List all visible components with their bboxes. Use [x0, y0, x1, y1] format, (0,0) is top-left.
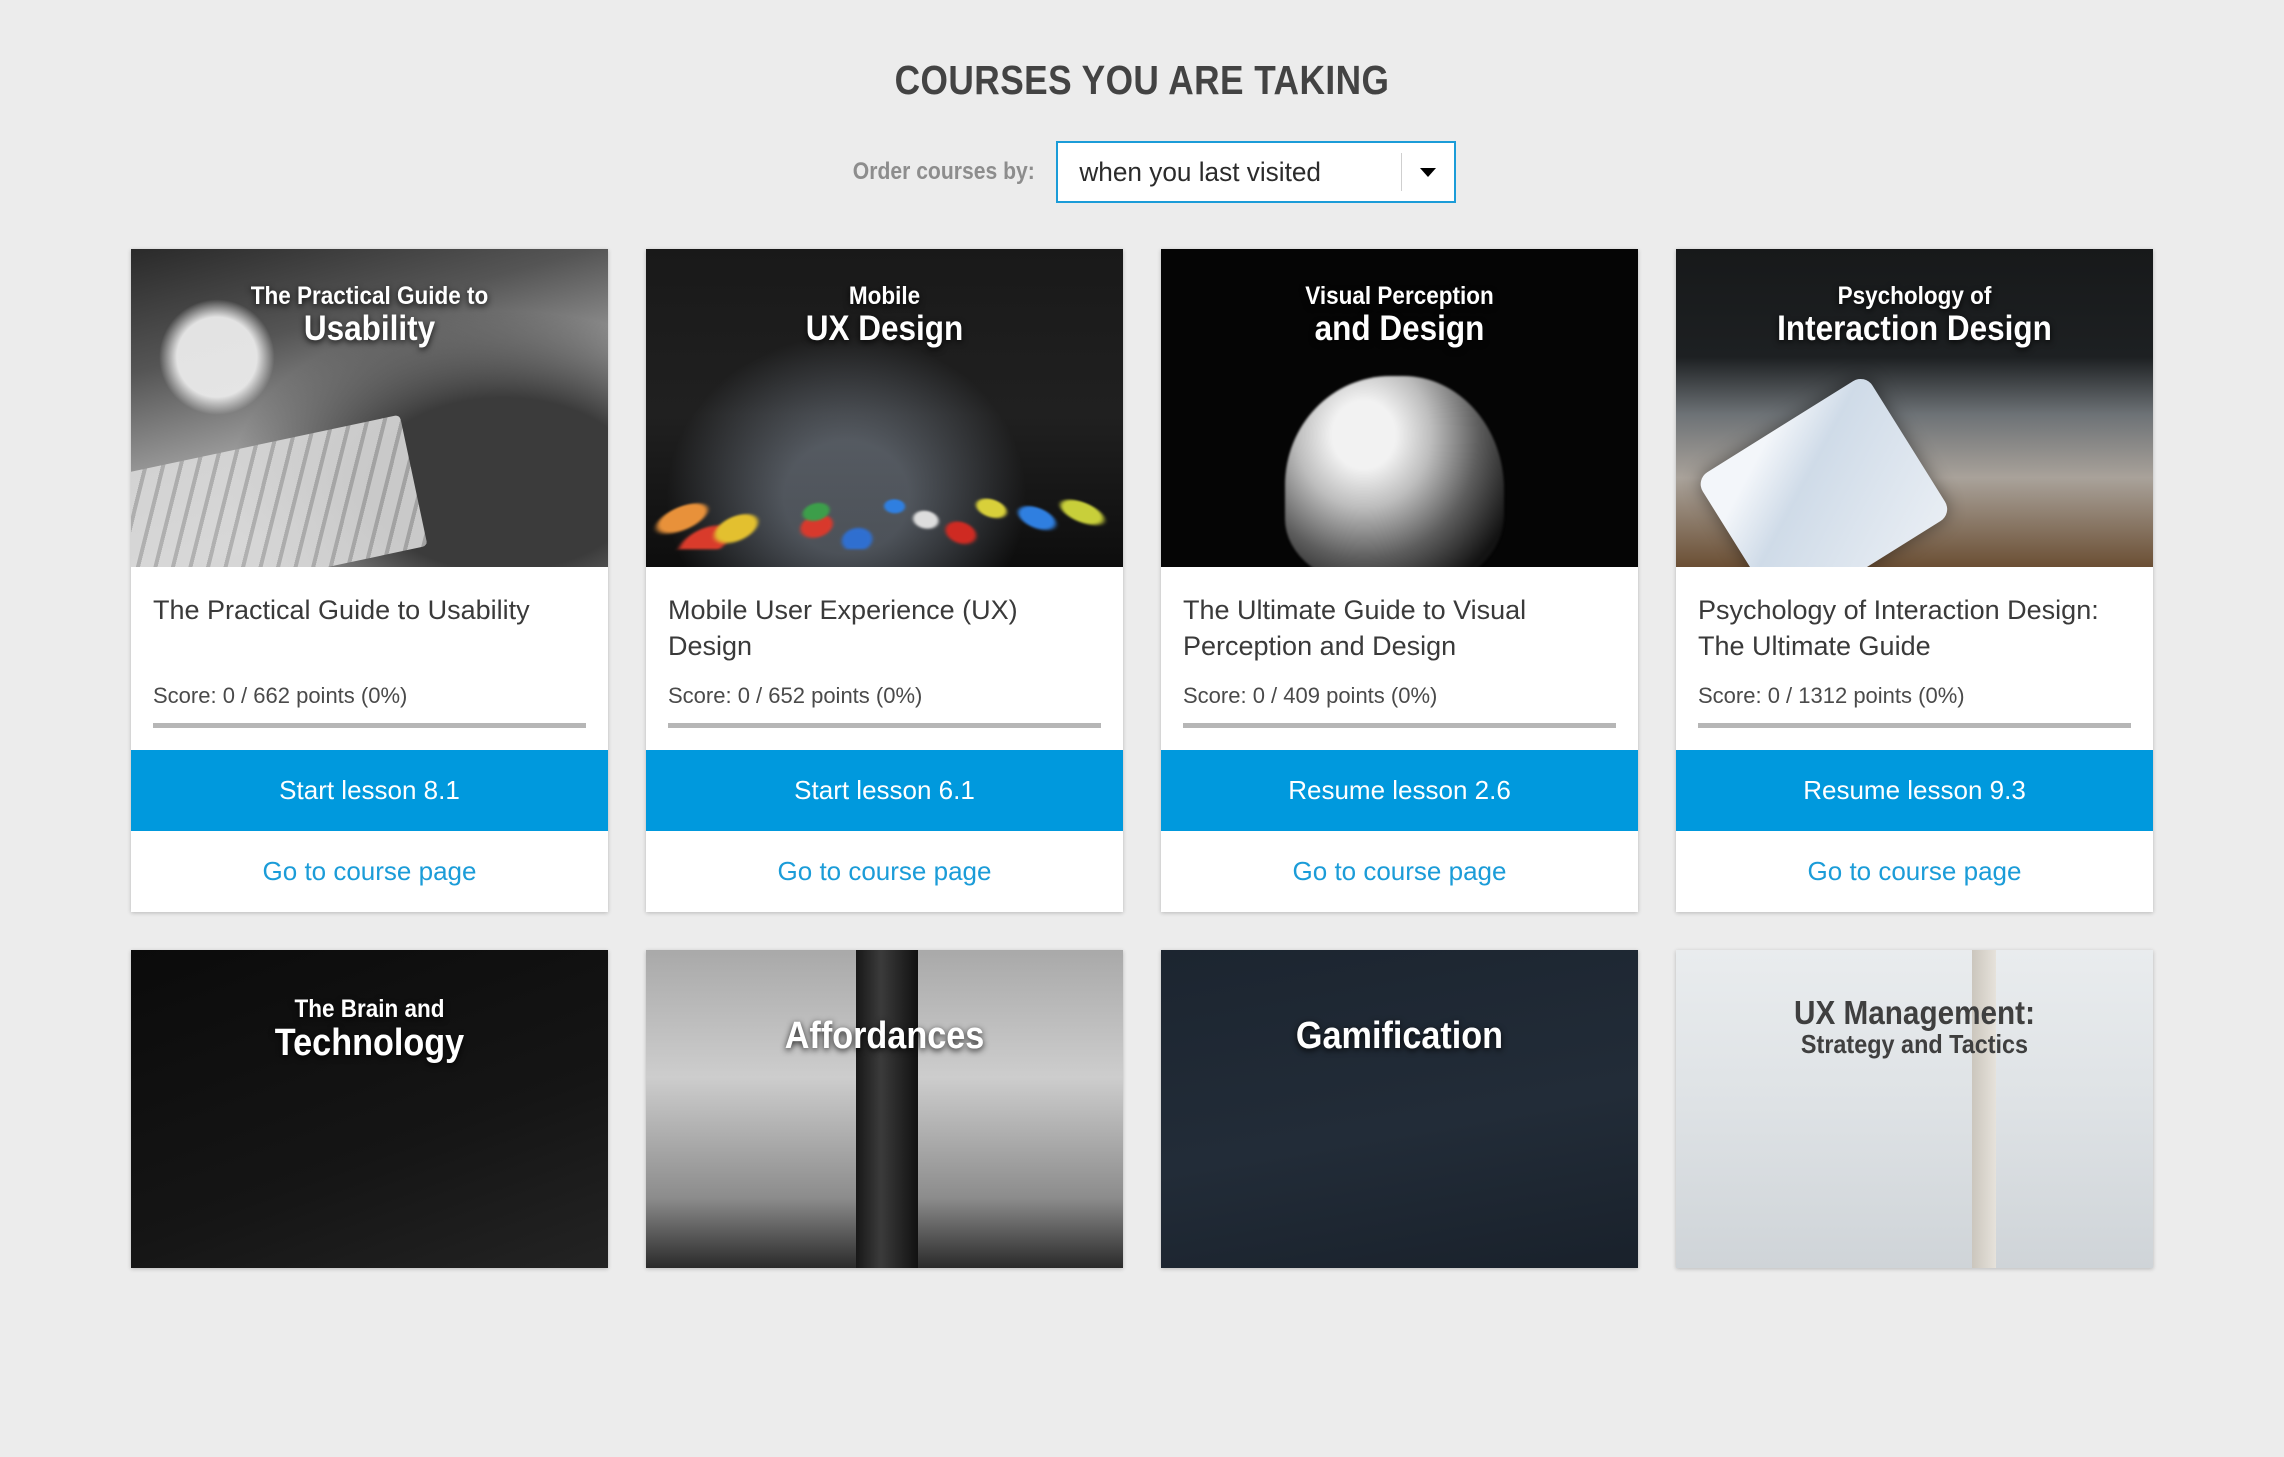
course-thumbnail-text: UX Management: Strategy and Tactics — [1676, 994, 2153, 1060]
thumbnail-line-1: Mobile — [848, 282, 921, 311]
thumbnail-line-2: and Design — [1314, 308, 1485, 348]
course-progress-bar — [668, 723, 1101, 729]
go-to-course-page-link[interactable]: Go to course page — [1161, 831, 1638, 913]
course-thumbnail-text: The Practical Guide to Usability — [131, 283, 608, 347]
order-courses-selected-value: when you last visited — [1079, 156, 1322, 187]
course-card-body: Mobile User Experience (UX) Design Score:… — [646, 567, 1123, 750]
course-thumbnail-text: Mobile UX Design — [646, 283, 1123, 347]
course-progress-bar — [1183, 723, 1616, 729]
order-courses-bar: Order courses by: when you last visited — [0, 141, 2284, 204]
course-grid-row2: The Brain and Technology Affordances Gamifi… — [0, 950, 2284, 1269]
thumbnail-line-1: Visual Perception — [1305, 282, 1494, 311]
course-progress-bar — [153, 723, 586, 729]
course-score-block: Score: 0 / 652 points (0%) — [668, 683, 1101, 750]
course-score-block: Score: 0 / 1312 points (0%) — [1698, 683, 2131, 750]
course-thumbnail-text: Psychology of Interaction Design — [1676, 283, 2153, 347]
course-card: Mobile UX Design Mobile User Experience (U… — [646, 249, 1123, 913]
course-score-text: Score: 0 / 409 points (0%) — [1183, 683, 1438, 709]
course-thumbnail[interactable]: The Brain and Technology — [131, 950, 608, 1269]
thumbnail-line-2: Strategy and Tactics — [1800, 1029, 2029, 1060]
course-thumbnail-art — [1161, 950, 1638, 1269]
course-title: Psychology of Interaction Design: The Ul… — [1698, 595, 2099, 661]
course-thumbnail-text: Affordances — [646, 1015, 1123, 1058]
thumbnail-line-1: The Practical Guide to — [250, 282, 489, 311]
course-thumbnail[interactable]: Affordances — [646, 950, 1123, 1269]
course-grid: The Practical Guide to Usability The Pract… — [0, 249, 2284, 913]
course-title: Mobile User Experience (UX) Design — [668, 595, 1018, 661]
course-thumbnail[interactable]: UX Management: Strategy and Tactics — [1676, 950, 2153, 1269]
start-lesson-button[interactable]: Resume lesson 9.3 — [1676, 750, 2153, 832]
course-score-block: Score: 0 / 409 points (0%) — [1183, 683, 1616, 750]
thumbnail-line-1: Psychology of — [1837, 282, 1992, 311]
course-thumbnail-text: The Brain and Technology — [131, 996, 608, 1063]
start-lesson-button[interactable]: Resume lesson 2.6 — [1161, 750, 1638, 832]
thumbnail-line-2: Interaction Design — [1777, 308, 2052, 348]
go-to-course-page-link[interactable]: Go to course page — [646, 831, 1123, 913]
course-score-text: Score: 0 / 652 points (0%) — [668, 683, 923, 709]
course-progress-bar — [1698, 723, 2131, 729]
go-to-course-page-link[interactable]: Go to course page — [1676, 831, 2153, 913]
course-card-body: The Ultimate Guide to Visual Perception … — [1161, 567, 1638, 750]
course-thumbnail[interactable]: Mobile UX Design — [646, 249, 1123, 568]
page-title: COURSES YOU ARE TAKING — [894, 57, 1390, 103]
course-card: Psychology of Interaction Design Psycholog… — [1676, 249, 2153, 913]
course-thumbnail-art — [646, 950, 1123, 1269]
go-to-course-page-link[interactable]: Go to course page — [131, 831, 608, 913]
course-card-body: Psychology of Interaction Design: The Ul… — [1676, 567, 2153, 750]
course-title: The Practical Guide to Usability — [153, 595, 530, 626]
course-thumbnail[interactable]: Visual Perception and Design — [1161, 249, 1638, 568]
course-score-text: Score: 0 / 1312 points (0%) — [1698, 683, 1965, 709]
course-thumbnail-text: Gamification — [1161, 1015, 1638, 1058]
thumbnail-line-2: UX Design — [805, 308, 964, 348]
order-courses-label: Order courses by: — [852, 158, 1035, 186]
thumbnail-line-2: Gamification — [1295, 1015, 1504, 1058]
thumbnail-line-2: Affordances — [784, 1015, 985, 1058]
thumbnail-line-1: The Brain and — [294, 995, 445, 1024]
thumbnail-line-2: Usability — [303, 308, 436, 348]
thumbnail-line-2: Technology — [274, 1021, 465, 1064]
course-card: The Brain and Technology — [131, 950, 608, 1269]
course-thumbnail-text: Visual Perception and Design — [1161, 283, 1638, 347]
course-card: Affordances — [646, 950, 1123, 1269]
chevron-down-icon[interactable] — [1402, 143, 1454, 201]
courses-page: COURSES YOU ARE TAKING Order courses by:… — [0, 0, 2284, 1457]
thumbnail-line-1: UX Management: — [1794, 994, 2035, 1032]
course-score-block: Score: 0 / 662 points (0%) — [153, 683, 586, 750]
course-card: UX Management: Strategy and Tactics — [1676, 950, 2153, 1269]
course-card-body: The Practical Guide to Usability Score: 0… — [131, 567, 608, 750]
start-lesson-button[interactable]: Start lesson 8.1 — [131, 750, 608, 832]
order-courses-select[interactable]: when you last visited — [1056, 141, 1457, 204]
course-card: Visual Perception and Design The Ultimate … — [1161, 249, 1638, 913]
course-thumbnail[interactable]: The Practical Guide to Usability — [131, 249, 608, 568]
course-thumbnail[interactable]: Gamification — [1161, 950, 1638, 1269]
start-lesson-button[interactable]: Start lesson 6.1 — [646, 750, 1123, 832]
course-score-text: Score: 0 / 662 points (0%) — [153, 683, 408, 709]
course-card: The Practical Guide to Usability The Pract… — [131, 249, 608, 913]
course-thumbnail[interactable]: Psychology of Interaction Design — [1676, 249, 2153, 568]
course-title: The Ultimate Guide to Visual Perception … — [1183, 595, 1527, 661]
course-card: Gamification — [1161, 950, 1638, 1269]
